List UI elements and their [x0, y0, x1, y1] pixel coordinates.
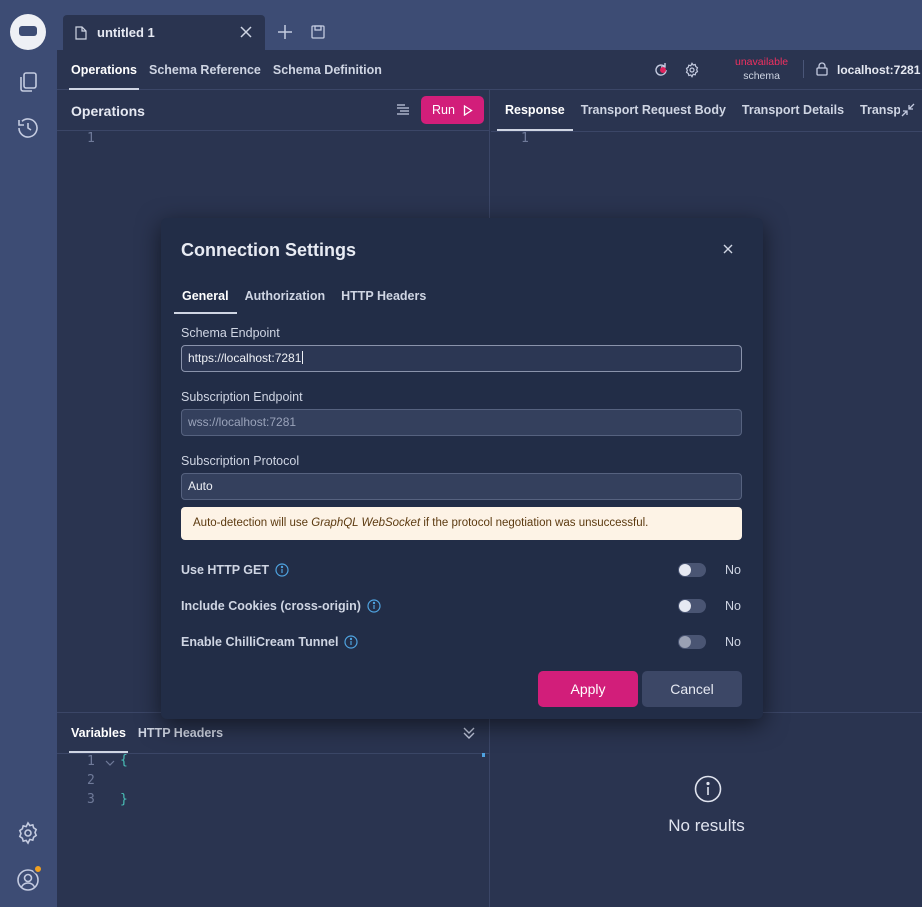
line-number: 1 — [87, 754, 95, 769]
option-label-text: Use HTTP GET — [181, 563, 269, 577]
enable-tunnel-toggle[interactable] — [678, 635, 706, 649]
notification-badge — [33, 864, 43, 874]
dialog-title: Connection Settings — [181, 240, 356, 260]
run-button-label: Run — [432, 103, 455, 117]
line-number: 1 — [87, 131, 95, 146]
line-number: 2 — [87, 773, 95, 788]
endpoint-host[interactable]: localhost:7281 — [837, 63, 920, 77]
file-icon — [75, 25, 87, 40]
schema-status[interactable]: unavailable schema — [735, 55, 788, 83]
tab-response[interactable]: Response — [497, 90, 573, 131]
response-tabs-divider — [491, 131, 922, 132]
run-button[interactable]: Run — [421, 96, 484, 124]
documents-icon[interactable] — [16, 70, 40, 94]
collapse-panel-icon[interactable] — [900, 102, 916, 118]
code-line[interactable]: } — [120, 792, 128, 807]
operations-title: Operations — [71, 103, 145, 119]
line-number: 1 — [521, 131, 529, 146]
tab-operations[interactable]: Operations — [65, 50, 143, 90]
info-icon[interactable] — [367, 599, 381, 613]
schema-endpoint-value: https://localhost:7281 — [188, 351, 302, 365]
operations-header: Operations Run — [57, 90, 489, 131]
close-icon[interactable] — [721, 242, 735, 256]
subscription-protocol-select[interactable]: Auto — [181, 473, 742, 500]
activity-rail — [0, 0, 57, 907]
document-tab[interactable]: untitled 1 — [63, 15, 265, 50]
document-tab-strip: untitled 1 — [57, 0, 922, 50]
tab-http-headers[interactable]: HTTP Headers — [132, 713, 229, 753]
use-http-get-label: Use HTTP GET — [181, 563, 289, 577]
tab-http-headers[interactable]: HTTP Headers — [333, 280, 434, 312]
variables-pane: Variables HTTP Headers 1 2 3 { } — [57, 712, 490, 907]
include-cookies-toggle[interactable] — [678, 599, 706, 613]
tab-variables[interactable]: Variables — [65, 713, 132, 753]
enable-tunnel-label: Enable ChilliCream Tunnel — [181, 635, 359, 649]
include-cookies-label: Include Cookies (cross-origin) — [181, 599, 381, 613]
toolbar-divider — [803, 60, 804, 78]
tab-general[interactable]: General — [174, 280, 237, 314]
protocol-info-note: Auto-detection will use GraphQL WebSocke… — [181, 507, 742, 540]
subscription-endpoint-input[interactable]: wss://localhost:7281 — [181, 409, 742, 436]
format-document-icon[interactable] — [395, 102, 411, 118]
fold-chevron-icon[interactable] — [104, 757, 116, 769]
code-line[interactable]: { — [120, 753, 128, 768]
tab-transport-request-body[interactable]: Transport Request Body — [573, 90, 734, 131]
cancel-button[interactable]: Cancel — [642, 671, 742, 707]
toolbar-nav: Operations Schema Reference Schema Defin… — [65, 50, 388, 90]
save-icon[interactable] — [310, 24, 326, 40]
note-text-pre: Auto-detection will use — [193, 517, 312, 529]
use-http-get-value: No — [725, 563, 741, 577]
line-number: 3 — [87, 792, 95, 807]
schema-status-sub: schema — [743, 70, 780, 82]
new-tab-plus-icon[interactable] — [277, 24, 293, 40]
info-icon[interactable] — [344, 635, 359, 649]
app-logo-icon[interactable] — [10, 14, 46, 50]
document-tab-label: untitled 1 — [97, 25, 155, 40]
no-results-text: No results — [668, 816, 745, 835]
schema-status-text: unavailable — [735, 56, 789, 68]
close-tab-icon[interactable] — [239, 25, 253, 39]
tab-schema-definition[interactable]: Schema Definition — [267, 50, 388, 90]
lock-icon — [816, 62, 828, 76]
tab-authorization[interactable]: Authorization — [237, 280, 334, 312]
connection-settings-dialog: Connection Settings General Authorizatio… — [161, 218, 763, 719]
chevron-double-down-icon[interactable] — [461, 725, 477, 741]
main-toolbar: Operations Schema Reference Schema Defin… — [57, 50, 922, 90]
text-caret — [302, 351, 304, 364]
use-http-get-toggle[interactable] — [678, 563, 706, 577]
tab-schema-reference[interactable]: Schema Reference — [143, 50, 267, 90]
info-icon — [694, 775, 722, 803]
option-label-text: Include Cookies (cross-origin) — [181, 599, 361, 613]
schema-endpoint-label: Schema Endpoint — [181, 326, 280, 340]
schema-endpoint-input[interactable]: https://localhost:7281 — [181, 345, 742, 372]
history-icon[interactable] — [16, 116, 40, 140]
dialog-tabs: General Authorization HTTP Headers — [174, 280, 434, 314]
connection-settings-gear-icon[interactable] — [684, 62, 700, 78]
scrollbar-marker — [482, 753, 485, 757]
option-label-text: Enable ChilliCream Tunnel — [181, 635, 339, 649]
tab-transport-details[interactable]: Transport Details — [734, 90, 852, 131]
apply-button[interactable]: Apply — [538, 671, 638, 707]
settings-gear-icon[interactable] — [16, 821, 40, 845]
enable-tunnel-value: No — [725, 635, 741, 649]
note-text-emphasis: GraphQL WebSocket — [311, 517, 421, 529]
info-icon[interactable] — [275, 563, 289, 577]
play-icon — [463, 104, 473, 116]
results-pane: No results — [491, 712, 922, 907]
subscription-protocol-label: Subscription Protocol — [181, 454, 300, 468]
subscription-endpoint-label: Subscription Endpoint — [181, 390, 303, 404]
schema-status-dot — [660, 67, 666, 73]
response-tabs: Response Transport Request Body Transpor… — [497, 90, 922, 131]
note-text-post: if the protocol negotiation was unsucces… — [420, 517, 649, 529]
include-cookies-value: No — [725, 599, 741, 613]
variables-tabs: Variables HTTP Headers — [65, 713, 229, 753]
